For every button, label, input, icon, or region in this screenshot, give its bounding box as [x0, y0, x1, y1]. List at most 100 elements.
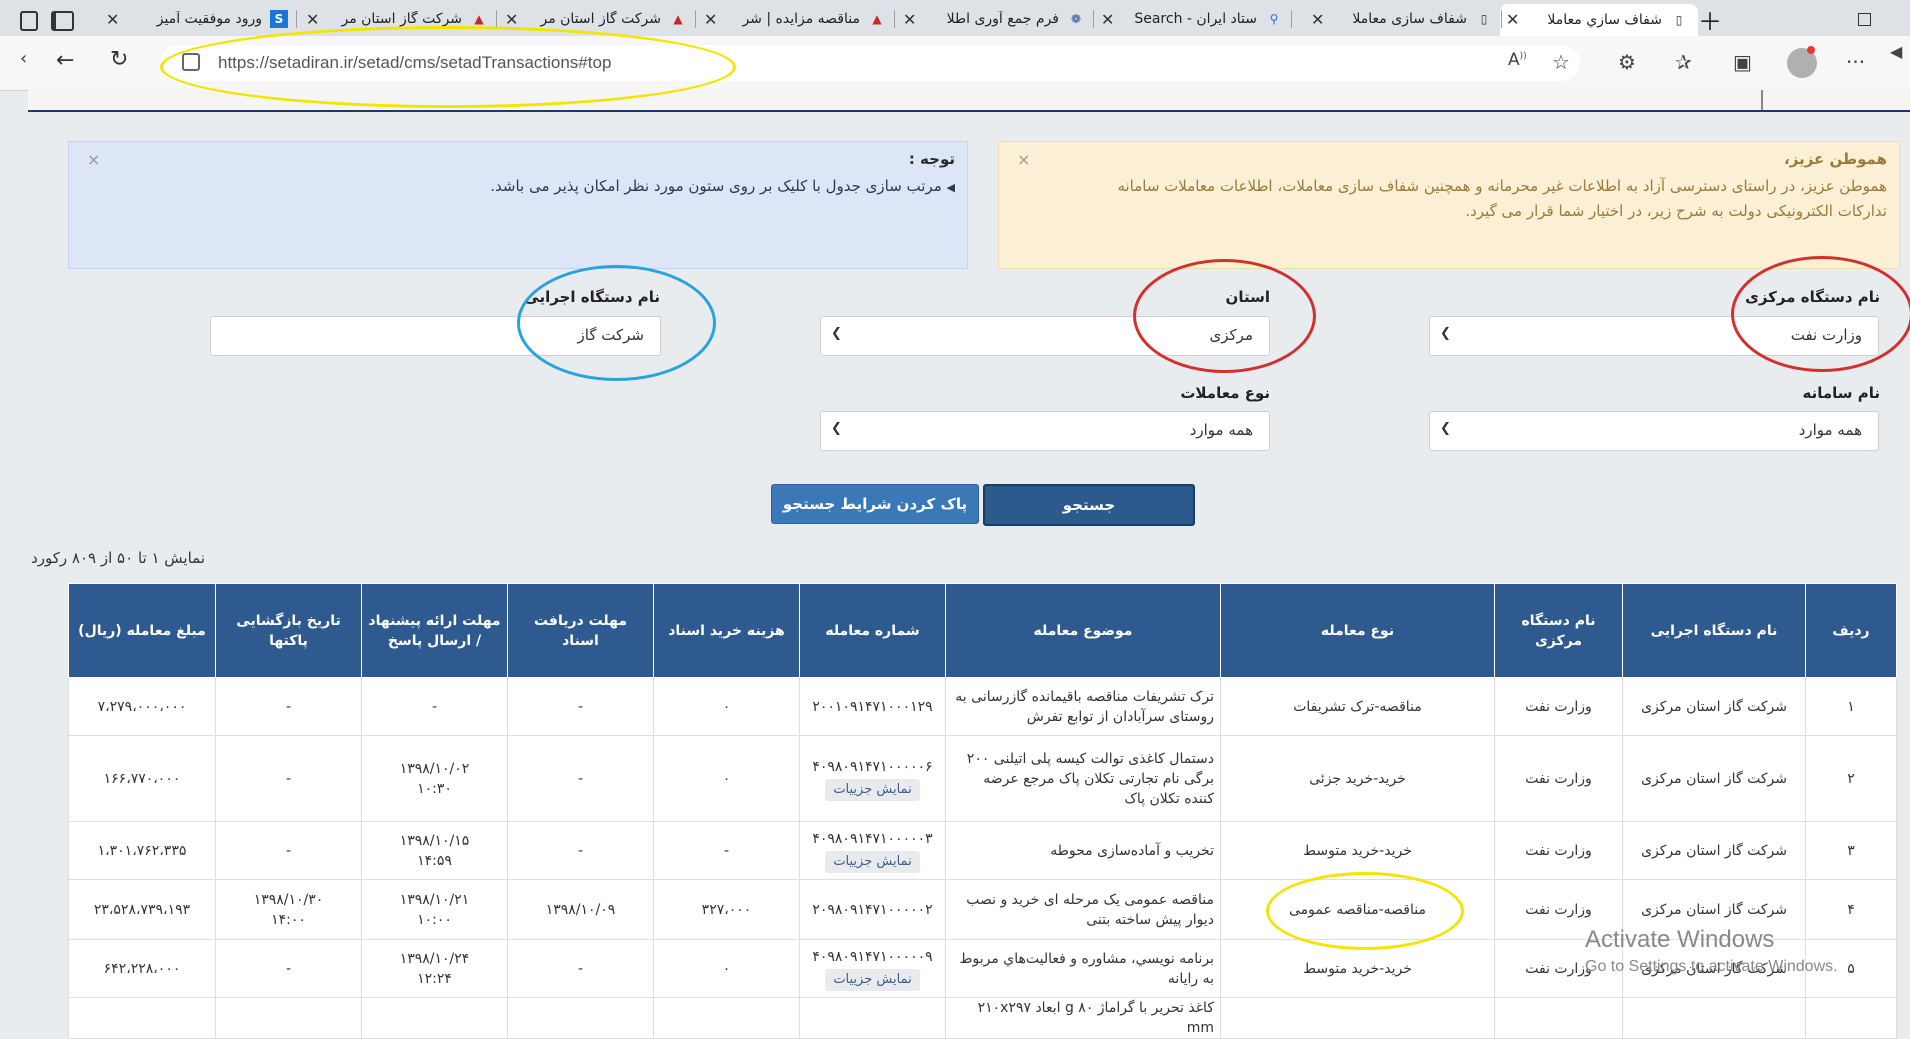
tab-title: شرکت گاز استان مر: [540, 11, 661, 27]
cell-text: خرید-خرید جزئی: [1309, 770, 1406, 787]
column-header[interactable]: تاریخ بازگشایی پاکتها: [215, 583, 362, 678]
column-header[interactable]: هزینه خرید اسناد: [653, 583, 800, 678]
vertical-tabs-icon[interactable]: [50, 6, 74, 36]
province-select[interactable]: مرکزی ❯: [820, 316, 1270, 356]
favorites-list-icon[interactable]: ✰: [1675, 50, 1692, 74]
url-text: https://setadiran.ir/setad/cms/setadTran…: [218, 53, 612, 72]
collections-icon[interactable]: ▣: [1733, 50, 1752, 74]
close-tab-icon[interactable]: ✕: [306, 10, 319, 29]
transaction-number-cell: ۴۰۹۸۰۹۱۴۷۱۰۰۰۰۰۶ نمایش جزییات: [799, 735, 946, 822]
more-menu-icon[interactable]: ···: [1846, 50, 1865, 74]
browser-tab[interactable]: ▲ شرکت گاز استان مر ✕: [300, 4, 498, 34]
doc-cost-cell: ۰: [653, 939, 800, 998]
column-header[interactable]: شماره معامله: [799, 583, 946, 678]
attention-notice: توجه : ◀ مرتب سازی جدول با کلیک بر روی س…: [68, 141, 968, 269]
close-tab-icon[interactable]: ✕: [106, 10, 119, 29]
tab-separator: [1501, 10, 1502, 28]
new-tab-button[interactable]: ＋: [1698, 4, 1724, 35]
side-panel-icon[interactable]: ◀: [1890, 42, 1902, 61]
read-aloud-icon[interactable]: A)): [1508, 50, 1527, 70]
transaction-type-cell: [1220, 997, 1495, 1039]
column-header[interactable]: مهلت دریافت اسناد: [507, 583, 654, 678]
row-index-cell: ۲: [1805, 735, 1897, 822]
system-select[interactable]: همه موارد ❯: [1429, 411, 1879, 451]
cell-text: -: [285, 842, 292, 859]
browser-tab[interactable]: ❁ فرم جمع آوری اطلا ✕: [897, 4, 1095, 34]
show-details-button[interactable]: نمایش جزییات: [825, 778, 920, 801]
close-tab-icon[interactable]: ✕: [903, 10, 916, 29]
cell-text: ۰: [722, 698, 731, 715]
cell-text: دستمال کاغذی توالت کیسه پلی اتیلنی ۲۰۰ ب…: [966, 750, 1214, 807]
cell-line: ۱۰:۳۰: [417, 780, 452, 797]
show-details-button[interactable]: نمایش جزییات: [825, 850, 920, 873]
browser-tab[interactable]: ▲ شرکت گاز استان مر ✕: [499, 4, 697, 34]
doc-deadline-cell: -: [507, 735, 654, 822]
column-header[interactable]: موضوع معامله: [945, 583, 1221, 678]
tab-separator: [296, 10, 297, 28]
refresh-icon[interactable]: ↻: [110, 47, 128, 72]
column-header[interactable]: نام دستگاه مرکزی: [1494, 583, 1623, 678]
row-index-cell: [1805, 997, 1897, 1039]
close-tab-icon[interactable]: ✕: [505, 10, 518, 29]
column-header[interactable]: مبلغ معامله (ریال): [68, 583, 216, 678]
chevron-left-icon[interactable]: ‹: [20, 48, 27, 69]
close-tab-icon[interactable]: ✕: [1311, 10, 1324, 29]
cell-text: ۳: [1847, 842, 1855, 859]
column-header[interactable]: مهلت ارائه پیشنهاد / ارسال پاسخ: [361, 583, 508, 678]
page-icon: ▯: [1480, 12, 1488, 26]
subject-cell: ترک تشریفات مناقصه باقیمانده گازرسانی به…: [945, 677, 1221, 736]
search-button[interactable]: جستجو: [983, 484, 1195, 526]
browser-tab[interactable]: ▲ مناقصه مزایده | شر ✕: [698, 4, 896, 34]
column-header[interactable]: نام دستگاه اجرایی: [1622, 583, 1806, 678]
browser-tab[interactable]: ▯ شفاف سازی معاملا ✕: [1305, 4, 1503, 34]
central-org-cell: وزارت نفت: [1494, 821, 1623, 880]
offer-deadline-cell: ۱۳۹۸/۱۰/۲۴ ۱۲:۲۴: [361, 939, 508, 998]
column-header[interactable]: ردیف: [1805, 583, 1897, 678]
central-org-select[interactable]: وزارت نفت ❯: [1429, 316, 1879, 356]
favorite-star-icon[interactable]: ☆: [1552, 50, 1570, 74]
cell-text: ۲۳،۵۲۸،۷۳۹،۱۹۳: [93, 901, 191, 918]
cell-text: ۳۲۷،۰۰۰: [701, 901, 752, 918]
close-tab-icon[interactable]: ✕: [1506, 10, 1519, 29]
show-details-button[interactable]: نمایش جزییات: [825, 968, 920, 991]
close-icon[interactable]: ×: [87, 150, 100, 169]
transaction-number-cell: ۲۰۹۸۰۹۱۴۷۱۰۰۰۰۰۲: [799, 879, 946, 940]
doc-cost-cell: ۳۲۷،۰۰۰: [653, 879, 800, 940]
doc-cost-cell: ۰: [653, 735, 800, 822]
restore-window-button[interactable]: [1858, 4, 1878, 34]
close-icon[interactable]: ×: [1017, 150, 1030, 169]
column-header[interactable]: نوع معامله: [1220, 583, 1495, 678]
browser-tab[interactable]: ⚲ ستاد ایران - Search ✕: [1095, 4, 1293, 34]
browser-tab[interactable]: S ورود موفقیت آمیز ✕: [100, 4, 298, 34]
central-org-cell: وزارت نفت: [1494, 735, 1623, 822]
attention-message: مرتب سازی جدول با کلیک بر روی ستون مورد …: [490, 177, 942, 195]
browser-tab[interactable]: ▯ شفاف سازي معاملا ✕: [1500, 4, 1698, 36]
tab-actions-icon[interactable]: [14, 6, 38, 36]
close-tab-icon[interactable]: ✕: [1101, 10, 1114, 29]
site-header-strip: [28, 90, 1910, 112]
transaction-type-label: نوع معاملات: [1180, 384, 1270, 402]
central-org-value: وزارت نفت: [1790, 326, 1862, 344]
offer-deadline-cell: [361, 997, 508, 1039]
close-tab-icon[interactable]: ✕: [704, 10, 717, 29]
system-label: نام سامانه: [1802, 384, 1880, 402]
exec-org-input[interactable]: شرکت گاز: [210, 316, 661, 356]
url-input[interactable]: https://setadiran.ir/setad/cms/setadTran…: [160, 45, 1580, 81]
extensions-icon[interactable]: ⚙: [1618, 50, 1636, 74]
clear-filters-button[interactable]: پاک کردن شرایط جستجو: [771, 484, 979, 524]
transaction-type-cell: خرید-خرید متوسط: [1220, 821, 1495, 880]
transaction-number-cell: [799, 997, 946, 1039]
tab-separator: [1291, 10, 1292, 28]
back-arrow-icon[interactable]: ←: [56, 48, 74, 73]
opening-date-cell: ۱۳۹۸/۱۰/۳۰ ۱۴:۰۰: [215, 879, 362, 940]
tab-title: مناقصه مزایده | شر: [742, 11, 860, 27]
transaction-type-select[interactable]: همه موارد ❯: [820, 411, 1270, 451]
transaction-number-cell: ۲۰۰۱۰۹۱۴۷۱۰۰۰۱۲۹: [799, 677, 946, 736]
offer-deadline-cell: ۱۳۹۸/۱۰/۱۵ ۱۴:۵۹: [361, 821, 508, 880]
lock-icon: [182, 53, 200, 71]
amount-cell: ۷،۲۷۹،۰۰۰،۰۰۰: [68, 677, 216, 736]
cell-line: ۱۲:۲۴: [417, 970, 452, 987]
subject-cell: مناقصه عمومی یک مرحله ای خرید و نصب دیوا…: [945, 879, 1221, 940]
cell-line: ۱۳۹۸/۱۰/۲۱: [399, 891, 470, 908]
citizen-text: هموطن عزیز، در راستای دسترسی آزاد به اطل…: [1117, 177, 1887, 220]
